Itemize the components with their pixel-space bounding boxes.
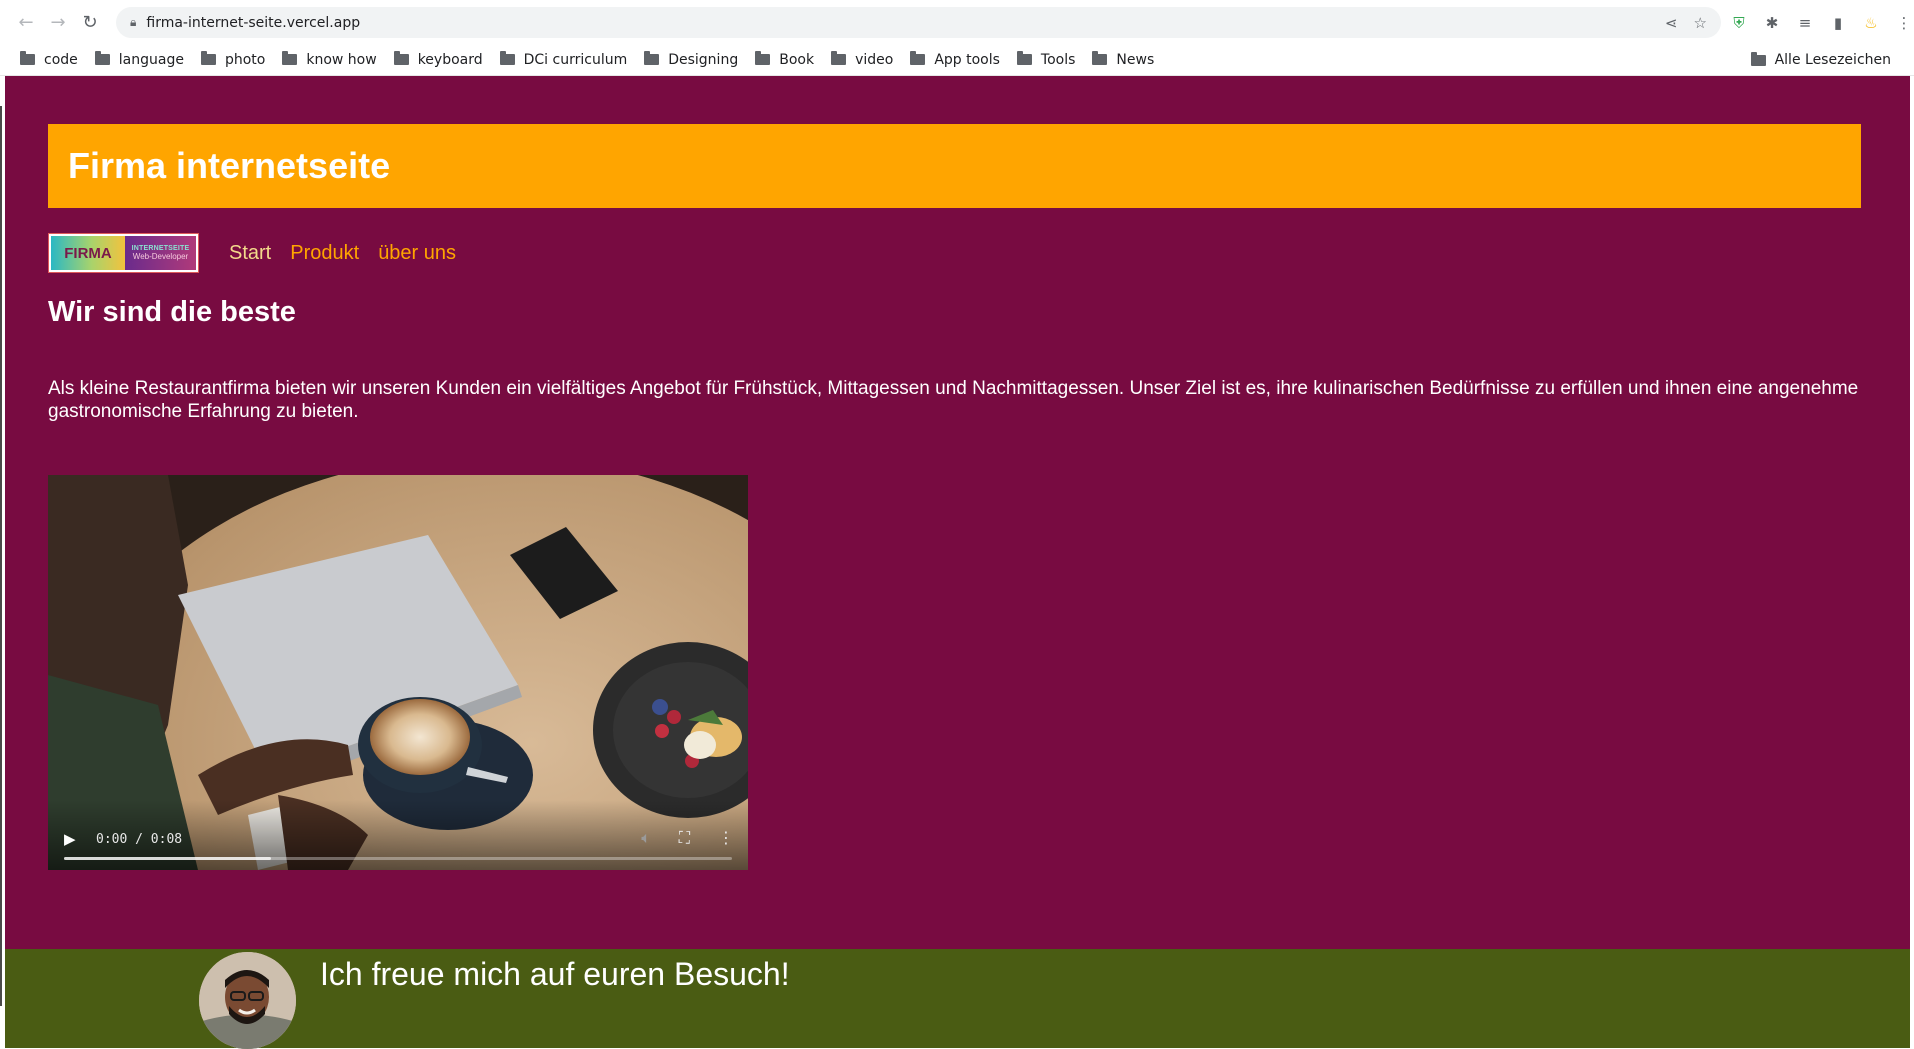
reload-icon[interactable]: ↻	[74, 6, 106, 38]
logo-line2: Web-Developer	[132, 252, 189, 261]
nav-link-produkt[interactable]: Produkt	[290, 242, 359, 265]
video-menu-icon[interactable]: ⋮	[718, 828, 734, 848]
fullscreen-icon[interactable]: ⛶	[679, 828, 690, 848]
share-icon[interactable]: ⋖	[1665, 14, 1678, 32]
video-progress-bar[interactable]	[64, 857, 732, 860]
video-time: 0:00 / 0:08	[96, 832, 183, 847]
bookmark-folder[interactable]: know how	[282, 51, 377, 68]
folder-icon	[1750, 51, 1766, 66]
address-bar[interactable]: 🔒︎ firma-internet-seite.vercel.app ⋖ ☆	[116, 7, 1721, 38]
avatar	[199, 952, 296, 1049]
bookmark-folder[interactable]: video	[831, 51, 893, 68]
menu-dots-icon[interactable]: ⋮	[1895, 14, 1913, 32]
bookmark-folder[interactable]: DCi curriculum	[499, 51, 627, 68]
folder-icon	[644, 51, 660, 65]
logo-line1: INTERNETSEITE	[131, 245, 190, 252]
extensions-area: ⛨ ✱ ≡ ▮ ♨ ⋮	[1730, 7, 1913, 38]
bookmark-folder[interactable]: code	[20, 51, 78, 68]
lock-icon[interactable]: 🔒︎	[130, 15, 136, 30]
site-header: Firma internetseite	[48, 124, 1861, 208]
folder-icon	[1092, 51, 1108, 65]
volume-icon[interactable]: 🔈︎	[641, 828, 651, 848]
reading-list-icon[interactable]: ≡	[1796, 14, 1814, 32]
video-controls: ▶ 0:00 / 0:08 🔈︎ ⛶ ⋮	[48, 800, 748, 870]
bookmark-folder[interactable]: Book	[755, 51, 814, 68]
back-arrow-icon[interactable]: ←	[10, 6, 42, 38]
logo-main-text: FIRMA	[51, 236, 125, 270]
page-tagline: Wir sind die beste	[48, 296, 296, 328]
intro-paragraph: Als kleine Restaurantfirma bieten wir un…	[48, 378, 1859, 422]
window-edge	[0, 106, 2, 1006]
bookmark-folder[interactable]: Designing	[644, 51, 738, 68]
shield-extension-icon[interactable]: ⛨	[1730, 14, 1748, 32]
puzzle-extensions-icon[interactable]: ✱	[1763, 14, 1781, 32]
folder-icon	[499, 51, 515, 65]
bookmark-folder[interactable]: keyboard	[393, 51, 483, 68]
footer-message: Ich freue mich auf euren Besuch!	[320, 956, 790, 992]
site-title: Firma internetseite	[68, 145, 391, 186]
bookmark-folder[interactable]: Tools	[1016, 51, 1075, 68]
folder-icon	[282, 51, 298, 65]
web-page: Firma internetseite FIRMA INTERNETSEITE …	[0, 76, 1914, 1049]
folder-icon	[20, 51, 35, 65]
site-nav: FIRMA INTERNETSEITE Web-Developer Start …	[48, 233, 475, 273]
side-panel-icon[interactable]: ▮	[1829, 14, 1847, 32]
bookmark-folder[interactable]: App tools	[910, 51, 1000, 68]
all-bookmarks-folder[interactable]: Alle Lesezeichen	[1750, 44, 1891, 76]
play-icon[interactable]: ▶	[64, 830, 76, 848]
bookmarks-bar: code language photo know how keyboard DC…	[0, 44, 1914, 76]
folder-icon	[393, 51, 409, 65]
folder-icon	[831, 51, 847, 65]
folder-icon	[200, 51, 216, 65]
bookmark-folder[interactable]: News	[1092, 51, 1154, 68]
bookmark-folder[interactable]: photo	[200, 51, 265, 68]
company-logo[interactable]: FIRMA INTERNETSEITE Web-Developer	[48, 233, 199, 273]
folder-icon	[755, 51, 771, 65]
video-buffered-range	[64, 857, 272, 860]
forward-arrow-icon[interactable]: →	[42, 6, 74, 38]
url-text[interactable]: firma-internet-seite.vercel.app	[146, 15, 360, 31]
site-footer: Ich freue mich auf euren Besuch!	[5, 949, 1910, 1049]
nav-link-about[interactable]: über uns	[378, 242, 456, 265]
nav-link-start[interactable]: Start	[229, 242, 271, 265]
folder-icon	[1016, 51, 1032, 65]
video-player[interactable]: ▶ 0:00 / 0:08 🔈︎ ⛶ ⋮	[48, 475, 748, 870]
folder-icon	[94, 51, 110, 65]
browser-toolbar: ← → ↻ 🔒︎ firma-internet-seite.vercel.app…	[0, 0, 1914, 44]
folder-icon	[910, 51, 926, 65]
logo-subtext: INTERNETSEITE Web-Developer	[125, 236, 196, 270]
bookmark-star-icon[interactable]: ☆	[1694, 14, 1707, 32]
profile-extension-icon[interactable]: ♨	[1862, 14, 1880, 32]
avatar-portrait	[199, 952, 296, 1049]
bookmark-folder[interactable]: language	[94, 51, 184, 68]
